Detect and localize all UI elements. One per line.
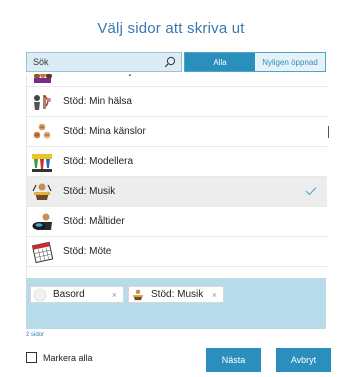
selected-count: 2 sidor	[26, 332, 45, 338]
list-item[interactable]: Stöd: Min hälsa	[27, 87, 327, 117]
page-list[interactable]: Stöd: Min familj Stöd: Min hälsa	[26, 74, 327, 278]
emotions-icon	[33, 123, 51, 139]
calendar-icon	[31, 241, 53, 263]
select-all-label: Markera alla	[43, 352, 93, 363]
list-item-label: Stöd: Min familj	[63, 74, 131, 87]
select-all-checkbox[interactable]: Markera alla	[26, 352, 93, 363]
health-icon	[34, 95, 51, 110]
meal-icon	[32, 213, 52, 230]
list-item[interactable]: Stöd: Mina känslor	[27, 117, 327, 147]
dialog-title: Välj sidor att skriva ut	[97, 20, 245, 37]
list-item-label: Stöd: Modellera	[63, 156, 134, 167]
list-item-label: Stöd: Min hälsa	[63, 96, 132, 107]
filter-segmented-control: Alla Nyligen öppnad	[184, 52, 326, 72]
chip-label: Basord	[53, 289, 85, 300]
filter-recent-button[interactable]: Nyligen öppnad	[255, 53, 325, 71]
list-scrollbar[interactable]	[328, 126, 329, 138]
checkbox-box[interactable]	[26, 352, 37, 363]
list-item[interactable]: Stöd: Min familj	[27, 74, 327, 87]
remove-chip-button[interactable]: ×	[112, 290, 117, 300]
list-item-label: Stöd: Måltider	[63, 216, 125, 227]
selected-chip[interactable]: Basord ×	[30, 286, 124, 303]
selected-chip[interactable]: Stöd: Musik ×	[128, 286, 224, 303]
selected-pages-tray: Basord × Stöd: Musik ×	[26, 278, 326, 329]
list-item[interactable]: Stöd: Musik	[27, 177, 327, 207]
list-item-label: Stöd: Mina känslor	[63, 126, 146, 137]
clay-modelling-icon	[32, 154, 52, 172]
list-item-label: Stöd: Musik	[63, 186, 116, 197]
music-icon	[132, 289, 144, 300]
list-item[interactable]: Stöd: Modellera	[27, 147, 327, 177]
music-icon	[32, 183, 52, 200]
checkmark-icon	[305, 187, 317, 196]
blank-circle-icon	[33, 288, 47, 301]
search-input[interactable]	[27, 53, 157, 71]
remove-chip-button[interactable]: ×	[212, 290, 217, 300]
list-item-label: Stöd: Möte	[63, 246, 112, 257]
filter-all-button[interactable]: Alla	[185, 53, 255, 71]
family-icon	[34, 74, 52, 83]
list-item[interactable]: Stöd: Måltider	[27, 207, 327, 237]
search-box[interactable]	[26, 52, 182, 72]
search-icon[interactable]	[164, 56, 176, 68]
chip-label: Stöd: Musik	[151, 289, 204, 300]
print-pages-dialog: Välj sidor att skriva ut Alla Nyligen öp…	[0, 0, 342, 377]
cancel-button[interactable]: Avbryt	[276, 348, 331, 372]
next-button[interactable]: Nästa	[206, 348, 261, 372]
list-item[interactable]: Stöd: Möte	[27, 237, 327, 267]
